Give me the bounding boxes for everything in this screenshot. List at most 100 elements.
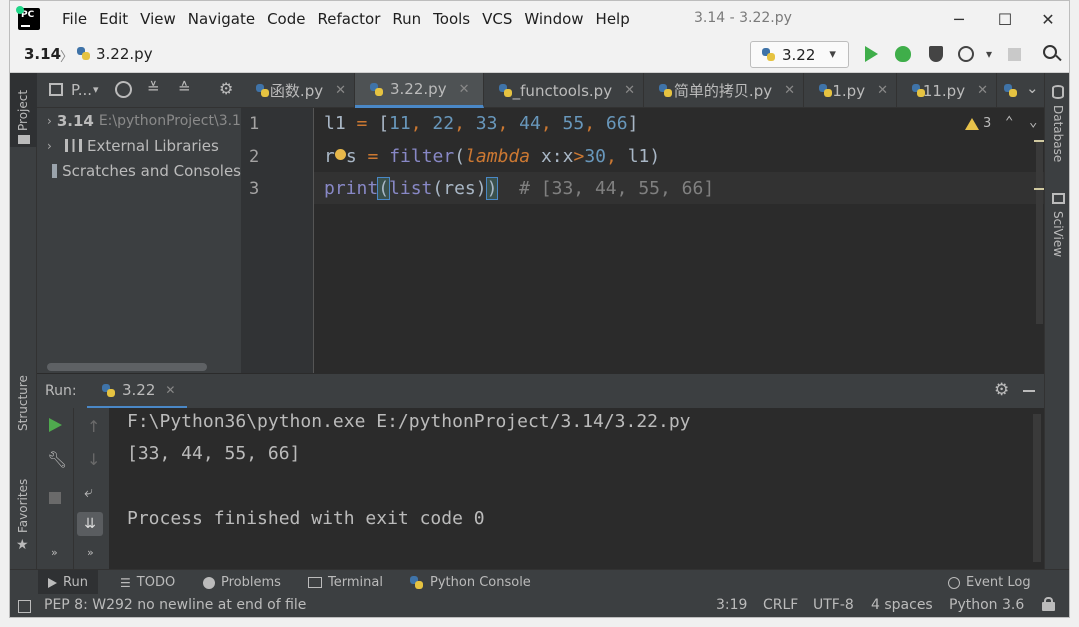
up-arrow-icon[interactable]: ↑ xyxy=(87,417,100,436)
menu-help[interactable]: Help xyxy=(590,9,636,29)
console-output[interactable]: F:\Python36\python.exe E:/pythonProject/… xyxy=(109,408,1044,569)
soft-wrap-icon[interactable]: ⤶ xyxy=(84,482,93,502)
structure-tool-button[interactable]: Structure xyxy=(10,369,37,449)
locate-file-icon[interactable] xyxy=(115,81,132,98)
python-console-tool-button[interactable]: Python Console xyxy=(399,570,541,595)
matched-brace: ) xyxy=(485,177,499,200)
menu-vcs[interactable]: VCS xyxy=(476,9,518,29)
gear-icon[interactable]: ⚙ xyxy=(994,380,1009,400)
collapse-all-icon[interactable]: ≙ xyxy=(178,79,191,97)
menu-code[interactable]: Code xyxy=(261,9,311,29)
sciview-tool-button[interactable]: SciView xyxy=(1045,191,1069,271)
tab-list-chevron-icon[interactable]: ⌄ xyxy=(1026,79,1039,97)
chevron-down-icon: ▾ xyxy=(829,47,836,62)
console-scrollbar[interactable] xyxy=(1033,414,1041,562)
minimize-button[interactable]: ─ xyxy=(936,1,982,37)
number-token: 11 xyxy=(389,113,411,134)
line-separator[interactable]: CRLF xyxy=(763,597,798,613)
menu-tools[interactable]: Tools xyxy=(427,9,476,29)
tool-label: Run xyxy=(63,575,88,590)
tab-label: 1.py xyxy=(832,81,866,100)
menu-edit[interactable]: Edit xyxy=(93,9,134,29)
close-tab-icon[interactable]: ✕ xyxy=(784,83,795,98)
python-icon xyxy=(761,47,776,62)
close-button[interactable]: ✕ xyxy=(1025,1,1069,37)
breadcrumb-project[interactable]: 3.14 xyxy=(24,45,61,63)
tool-label: TODO xyxy=(136,575,176,590)
run-tab-3-22[interactable]: 3.22 ✕ xyxy=(87,374,187,409)
tab-hanshu[interactable]: 函数.py ✕ xyxy=(241,73,355,108)
toggle-tool-windows-icon[interactable] xyxy=(18,600,31,613)
event-log-tool-button[interactable]: Event Log xyxy=(938,570,1041,595)
hide-panel-icon[interactable] xyxy=(1023,390,1035,392)
database-tool-button[interactable]: Database xyxy=(1045,81,1069,181)
menu-navigate[interactable]: Navigate xyxy=(182,9,261,29)
python-interpreter[interactable]: Python 3.6 xyxy=(949,597,1024,613)
next-highlight-icon[interactable]: ⌄ xyxy=(1029,114,1037,130)
more-actions-icon[interactable]: » xyxy=(87,546,94,559)
terminal-tool-button[interactable]: Terminal xyxy=(298,570,393,595)
view-dropdown-icon[interactable]: ▾ xyxy=(93,83,99,96)
code-editor[interactable]: 1 2 3 l1 = [11, 22, 33, 44, 55, 66] rs =… xyxy=(241,108,1044,373)
wrench-icon[interactable]: 🔧︎ xyxy=(47,450,67,469)
close-tab-icon[interactable]: ✕ xyxy=(165,383,175,397)
close-tab-icon[interactable]: ✕ xyxy=(624,83,635,98)
debug-icon[interactable] xyxy=(895,46,911,62)
menu-view[interactable]: View xyxy=(134,9,182,29)
search-icon[interactable] xyxy=(1043,45,1062,62)
stop-icon[interactable] xyxy=(1008,48,1021,61)
menu-window[interactable]: Window xyxy=(518,9,589,29)
more-tabs-icon[interactable] xyxy=(999,81,1023,101)
close-tab-icon[interactable]: ✕ xyxy=(459,82,470,97)
inspection-widget[interactable]: 3 xyxy=(965,116,991,131)
tool-label: Event Log xyxy=(966,575,1031,590)
close-tab-icon[interactable]: ✕ xyxy=(335,83,346,98)
close-tab-icon[interactable]: ✕ xyxy=(877,83,888,98)
comment-token: # [33, 44, 55, 66] xyxy=(497,178,715,199)
problems-icon xyxy=(203,576,215,589)
tab-3-22[interactable]: 3.22.py ✕ xyxy=(355,73,484,108)
expand-all-icon[interactable]: ≚ xyxy=(147,79,160,97)
keyword-token: lambda xyxy=(465,146,531,167)
profile-icon[interactable] xyxy=(958,46,974,62)
tab-functools[interactable]: _functools.py ✕ xyxy=(484,73,644,108)
gear-icon[interactable]: ⚙ xyxy=(219,79,233,98)
file-encoding[interactable]: UTF-8 xyxy=(813,597,854,613)
problems-tool-button[interactable]: Problems xyxy=(193,570,291,595)
horizontal-scrollbar[interactable] xyxy=(47,363,207,371)
rerun-icon[interactable] xyxy=(49,418,62,432)
pycharm-logo-icon: PC xyxy=(16,6,40,30)
scroll-to-end-icon[interactable]: ⇊ xyxy=(77,512,103,536)
tree-path: E:\pythonProject\3.14 xyxy=(98,112,241,129)
run-icon[interactable] xyxy=(865,46,878,62)
previous-highlight-icon[interactable]: ⌃ xyxy=(1005,114,1013,130)
down-arrow-icon[interactable]: ↓ xyxy=(87,450,100,469)
run-toolbar: ↑ 🔧︎ ↓ ⤶ ⇊ » » xyxy=(37,408,109,569)
menu-file[interactable]: File xyxy=(56,9,93,29)
more-actions-icon[interactable]: » xyxy=(51,546,58,559)
more-run-chevron-icon[interactable]: ▾ xyxy=(986,47,992,61)
run-config-selector[interactable]: 3.22 ▾ xyxy=(750,41,849,68)
tree-item-external-libraries[interactable]: › External Libraries xyxy=(37,133,241,158)
tab-1[interactable]: 1.py ✕ xyxy=(804,73,897,108)
run-tool-button[interactable]: Run xyxy=(38,570,98,595)
tab-simple-copy[interactable]: 简单的拷贝.py ✕ xyxy=(644,73,804,108)
editor-scrollbar[interactable] xyxy=(1036,140,1043,324)
menu-refactor[interactable]: Refactor xyxy=(311,9,386,29)
coverage-icon[interactable] xyxy=(929,46,943,62)
status-message[interactable]: PEP 8: W292 no newline at end of file xyxy=(44,597,306,613)
favorites-tool-button[interactable]: Favorites ★ xyxy=(10,471,37,561)
maximize-button[interactable]: ☐ xyxy=(982,1,1028,37)
close-tab-icon[interactable]: ✕ xyxy=(977,83,988,98)
project-tool-button[interactable]: Project xyxy=(10,73,37,147)
todo-tool-button[interactable]: ☰ TODO xyxy=(110,570,185,595)
tree-item-scratches[interactable]: Scratches and Consoles xyxy=(37,158,241,183)
project-view-selector[interactable]: P... xyxy=(71,81,92,99)
indent-setting[interactable]: 4 spaces xyxy=(871,597,933,613)
tab-11[interactable]: 11.py ✕ xyxy=(897,73,997,108)
tree-item-project-root[interactable]: › 3.14 E:\pythonProject\3.14 xyxy=(37,108,241,133)
breadcrumb-file[interactable]: 3.22.py xyxy=(96,45,153,63)
stop-icon[interactable] xyxy=(49,492,61,504)
caret-position[interactable]: 3:19 xyxy=(716,597,747,613)
menu-run[interactable]: Run xyxy=(386,9,427,29)
